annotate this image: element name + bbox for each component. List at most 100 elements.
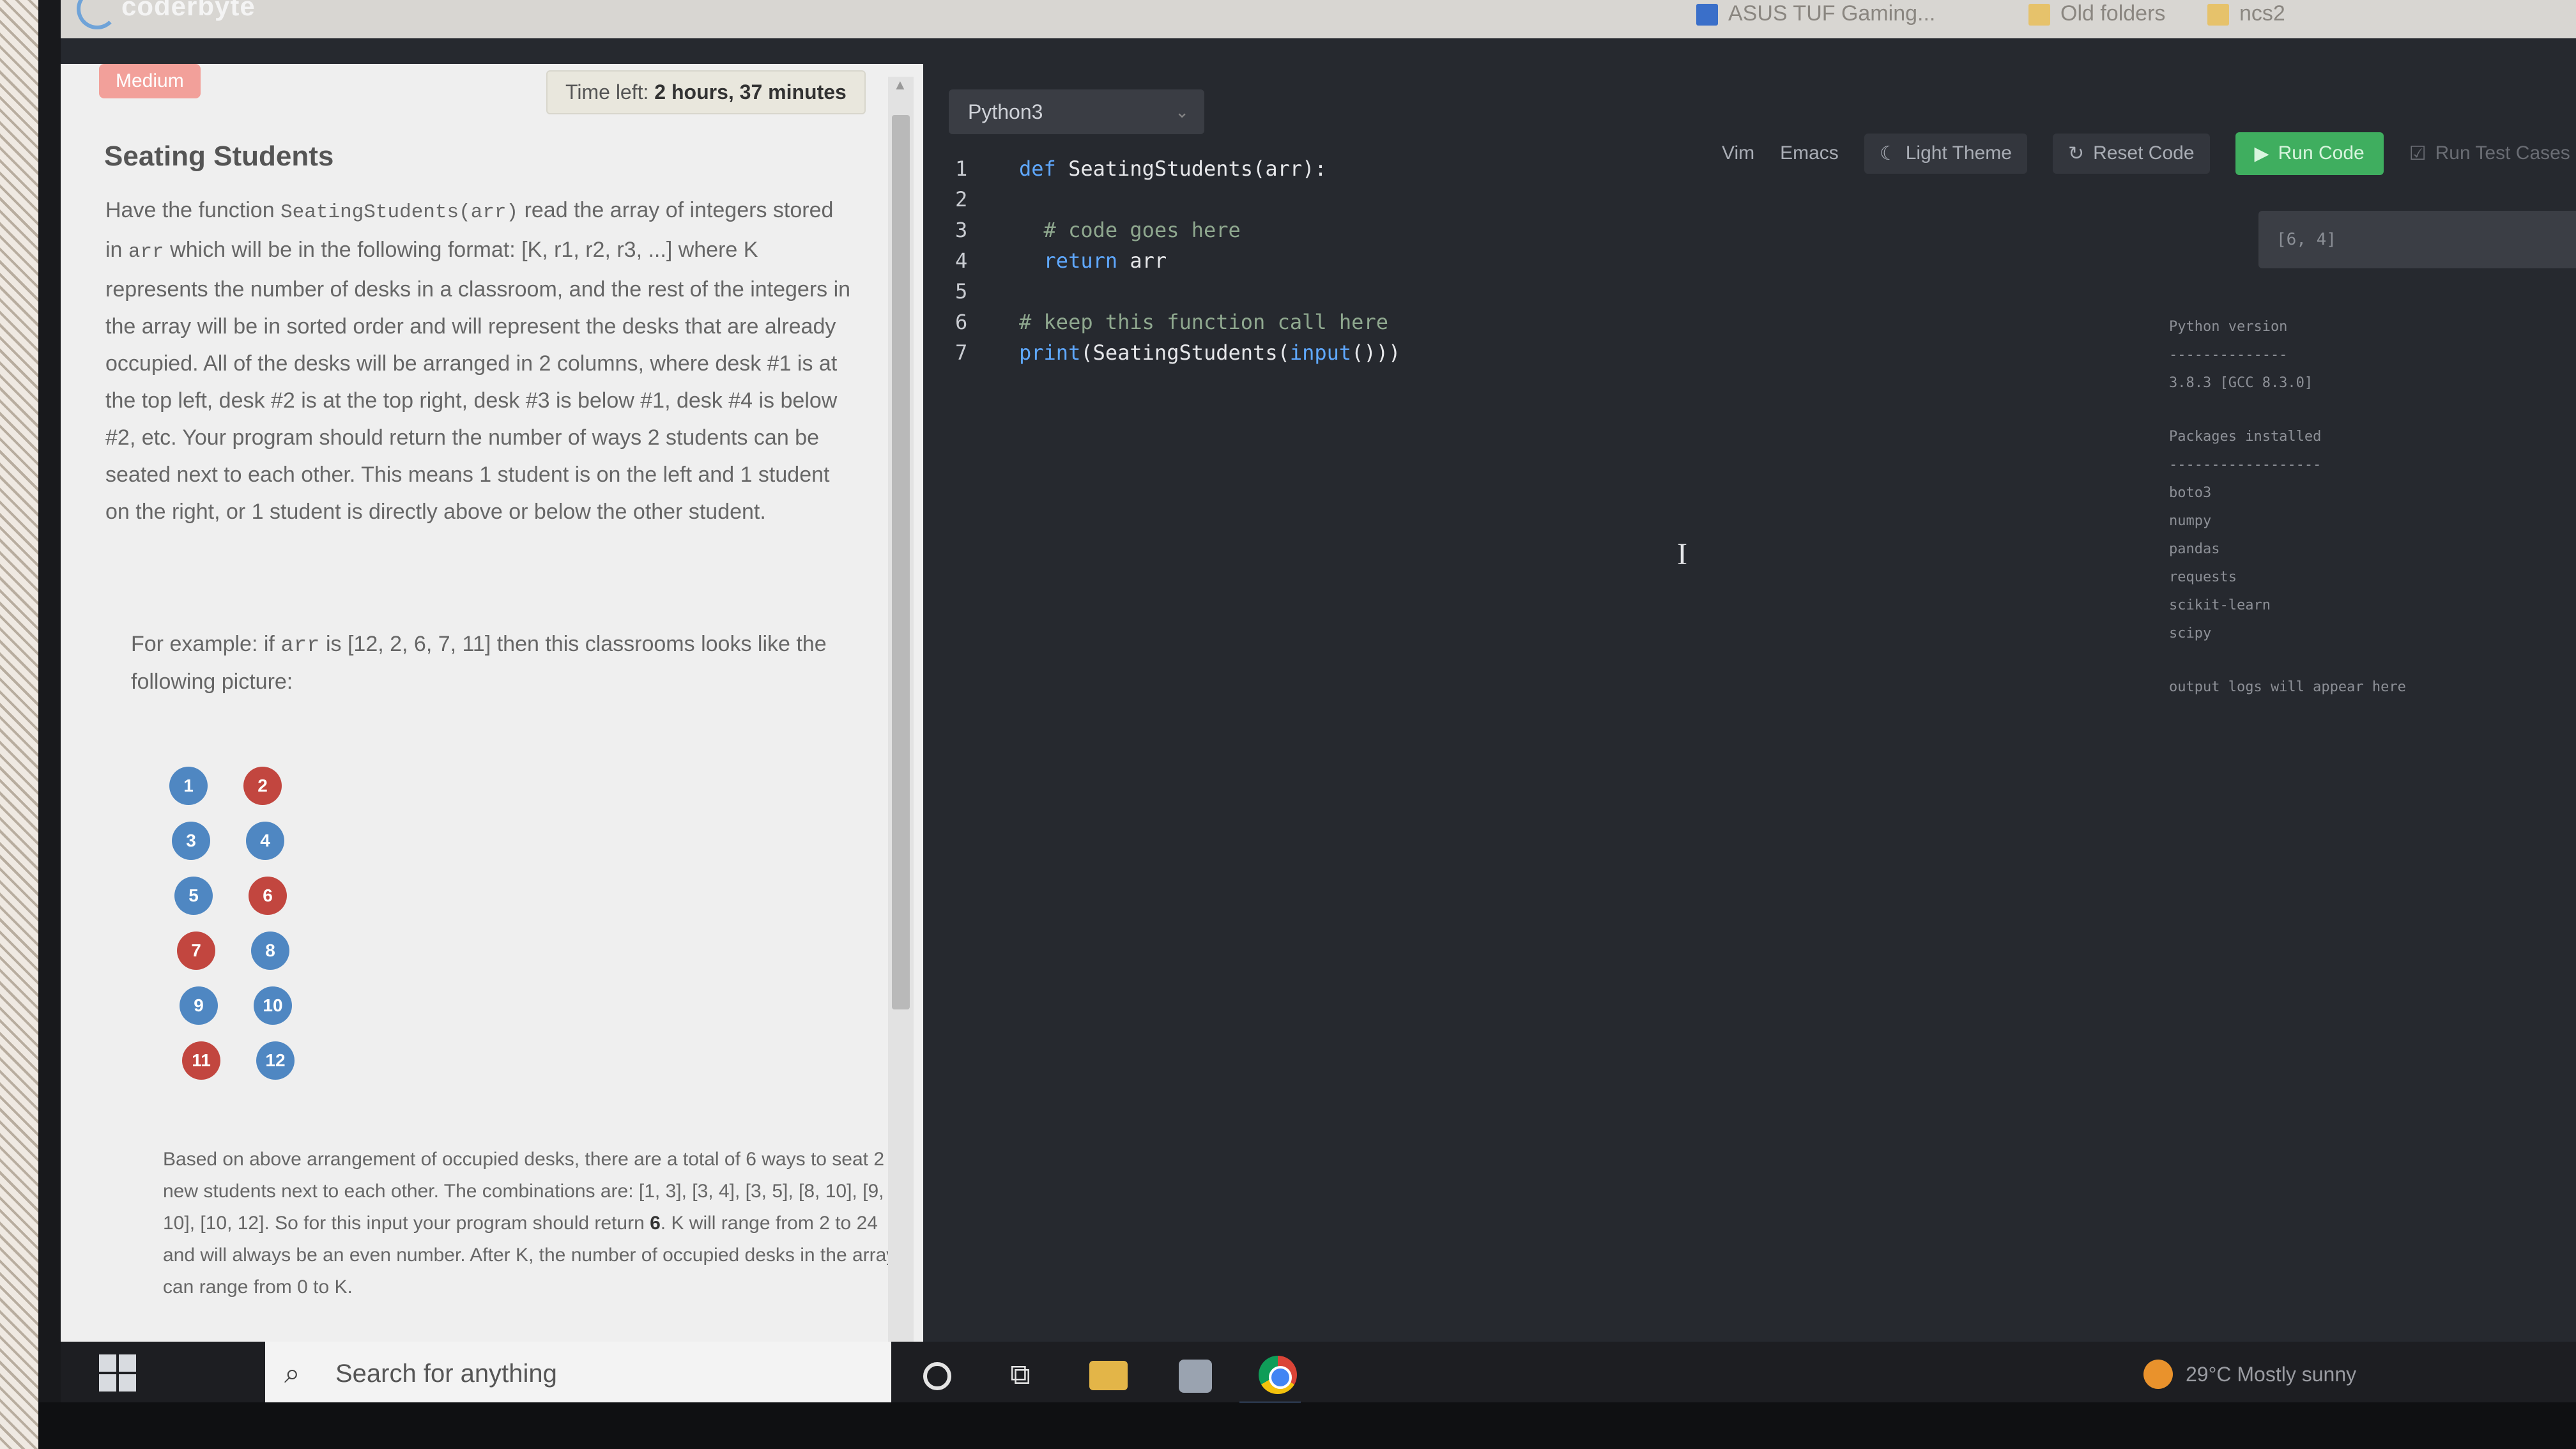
problem-description: Have the function SeatingStudents(arr) r… xyxy=(105,198,851,524)
code-token: input xyxy=(1289,341,1352,365)
code-token: return xyxy=(1043,249,1118,273)
line-number: 2 xyxy=(955,187,968,211)
desk-9-free: 9 xyxy=(180,986,218,1025)
code-token: arr xyxy=(1117,249,1167,273)
language-select[interactable]: Python3 ⌄ xyxy=(949,89,1204,134)
desk-11-taken: 11 xyxy=(182,1041,220,1080)
arr-keyword: arr xyxy=(128,241,164,263)
windows-taskbar: ⌕ Search for anything ⧉ 29°C Mostly sunn… xyxy=(61,1342,2576,1406)
bookmark-asus[interactable]: ASUS TUF Gaming... xyxy=(1696,1,1935,26)
package-item: scikit-learn xyxy=(2169,597,2271,613)
time-left-value: 2 hours, 37 minutes xyxy=(654,80,847,103)
folder-icon xyxy=(2207,4,2229,26)
run-test-cases-button[interactable]: ☑ Run Test Cases xyxy=(2409,142,2570,165)
line-number: 1 xyxy=(955,157,968,181)
code-line[interactable]: 4 return arr xyxy=(955,245,1400,276)
line-number: 5 xyxy=(955,279,968,303)
package-item: pandas xyxy=(2169,541,2220,557)
desk-7-taken: 7 xyxy=(177,931,215,970)
screen: coderbyte ASUS TUF Gaming... Old folders… xyxy=(61,0,2576,1406)
code-line[interactable]: 6 # keep this function call here xyxy=(955,307,1400,337)
browser-bookmarks-bar: coderbyte ASUS TUF Gaming... Old folders… xyxy=(61,0,2576,38)
code-token: # code goes here xyxy=(1043,218,1241,242)
output-hint: output logs will appear here xyxy=(2169,679,2406,695)
packages-heading: Packages installed xyxy=(2169,429,2322,445)
desk-8-free: 8 xyxy=(251,931,289,970)
sun-icon xyxy=(2143,1360,2173,1389)
problem-example: For example: if arr is [12, 2, 6, 7, 11]… xyxy=(131,632,827,694)
coderbyte-logo-icon xyxy=(77,0,118,29)
play-icon: ▶ xyxy=(2254,142,2269,164)
environment-info: Python version -------------- 3.8.3 [GCC… xyxy=(2169,313,2406,702)
test-input-field[interactable]: [6, 4] xyxy=(2258,211,2576,268)
search-icon: ⌕ xyxy=(284,1358,300,1389)
python-version-value: 3.8.3 [GCC 8.3.0] xyxy=(2169,375,2313,391)
expected-answer: 6 xyxy=(650,1213,661,1234)
brand-logo: coderbyte xyxy=(121,0,256,21)
windows-start-icon[interactable] xyxy=(99,1354,137,1393)
reset-icon: ↻ xyxy=(2067,142,2085,164)
line-number: 4 xyxy=(955,249,968,273)
code-token: print xyxy=(1019,341,1081,365)
reset-code-button[interactable]: ↻ Reset Code xyxy=(2052,133,2210,174)
cortana-icon[interactable] xyxy=(923,1362,951,1390)
code-token: (SeatingStudents( xyxy=(1080,341,1290,365)
line-number: 7 xyxy=(955,341,968,365)
line-number: 3 xyxy=(955,218,968,242)
code-token: ())) xyxy=(1351,341,1401,365)
line-number: 6 xyxy=(955,310,968,334)
problem-title: Seating Students xyxy=(104,141,334,172)
code-line[interactable]: 7 print(SeatingStudents(input())) xyxy=(955,337,1400,368)
vim-mode-button[interactable]: Vim xyxy=(1722,142,1754,164)
python-version-heading: Python version xyxy=(2169,319,2288,335)
bookmark-old-folders[interactable]: Old folders xyxy=(2028,1,2165,26)
code-token: SeatingStudents(arr): xyxy=(1055,157,1327,181)
package-item: numpy xyxy=(2169,513,2212,529)
package-item: boto3 xyxy=(2169,485,2212,501)
desk-1-free: 1 xyxy=(169,767,208,805)
code-token: # keep this function call here xyxy=(1019,310,1388,334)
run-code-button[interactable]: ▶ Run Code xyxy=(2235,132,2384,175)
code-line[interactable]: 3 # code goes here xyxy=(955,215,1400,245)
code-token: def xyxy=(1019,157,1056,181)
weather-widget[interactable]: 29°C Mostly sunny xyxy=(2143,1360,2356,1389)
code-line[interactable]: 5 xyxy=(955,276,1400,307)
desk-6-taken: 6 xyxy=(249,877,287,915)
taskbar-search-box[interactable]: ⌕ Search for anything xyxy=(265,1342,891,1406)
desk-3-free: 3 xyxy=(172,822,210,860)
scroll-up-arrow-icon[interactable]: ▲ xyxy=(893,77,907,93)
function-name: SeatingStudents(arr) xyxy=(280,201,519,224)
store-icon[interactable] xyxy=(1179,1360,1212,1393)
desk-10-free: 10 xyxy=(254,986,292,1025)
task-view-icon[interactable]: ⧉ xyxy=(1000,1354,1041,1395)
desk-5-free: 5 xyxy=(174,877,213,915)
problem-footnote: Based on above arrangement of occupied d… xyxy=(163,1149,896,1298)
editor-toolbar: Vim Emacs ☾ Light Theme ↻ Reset Code ▶ Run … xyxy=(1722,128,2570,179)
chevron-down-icon: ⌄ xyxy=(1175,102,1189,121)
folder-icon xyxy=(2028,4,2050,26)
divider: -------------- xyxy=(2169,347,2288,363)
desk-4-free: 4 xyxy=(246,822,284,860)
problem-panel: Medium Time left: 2 hours, 37 minutes Se… xyxy=(61,64,923,1367)
scroll-thumb[interactable] xyxy=(892,115,910,1009)
test-icon: ☑ xyxy=(2409,142,2426,164)
code-editor[interactable]: 1 def SeatingStudents(arr): 2 3 # code goes… xyxy=(955,153,1400,368)
code-line[interactable]: 1 def SeatingStudents(arr): xyxy=(955,153,1400,184)
bookmark-ncs2[interactable]: ncs2 xyxy=(2207,1,2285,26)
package-item: requests xyxy=(2169,569,2237,585)
laptop-bezel-bottom xyxy=(38,1402,2576,1449)
file-explorer-icon[interactable] xyxy=(1089,1361,1128,1390)
asus-icon xyxy=(1696,4,1718,26)
difficulty-badge: Medium xyxy=(99,64,201,98)
moon-icon: ☾ xyxy=(1879,142,1897,164)
package-item: scipy xyxy=(2169,625,2212,641)
time-left: Time left: 2 hours, 37 minutes xyxy=(546,70,866,114)
emacs-mode-button[interactable]: Emacs xyxy=(1780,142,1839,164)
text-cursor-icon: I xyxy=(1677,537,1687,571)
chrome-icon[interactable] xyxy=(1259,1356,1297,1394)
desk-12-free: 12 xyxy=(256,1041,295,1080)
code-line[interactable]: 2 xyxy=(955,184,1400,215)
problem-scrollbar[interactable]: ▲ ▼ xyxy=(888,77,914,1354)
light-theme-button[interactable]: ☾ Light Theme xyxy=(1864,133,2027,174)
arr-keyword: arr xyxy=(280,634,320,658)
